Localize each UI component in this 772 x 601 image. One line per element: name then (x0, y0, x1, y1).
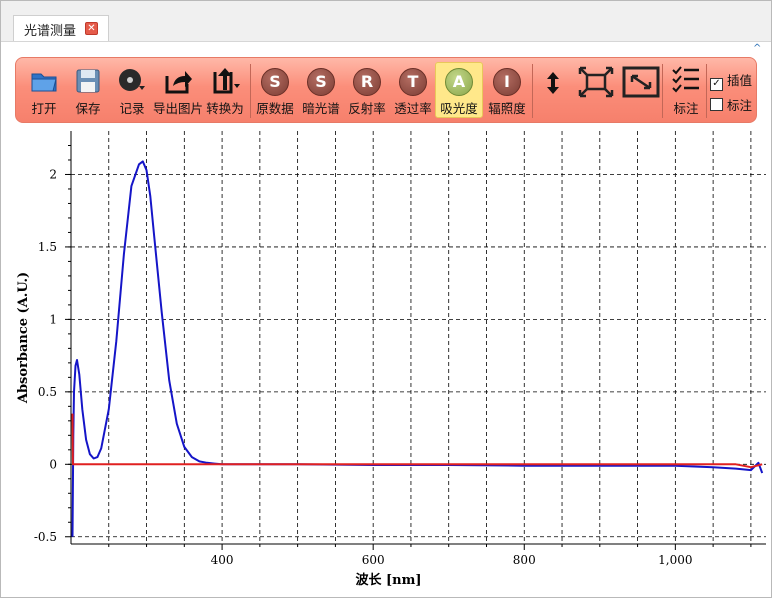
raw-data-button[interactable]: S 原数据 (252, 58, 298, 122)
irradiance-label: 辐照度 (488, 101, 526, 116)
chart-panel[interactable]: 400 600 800 1,000 -0.5 0 0.5 1 1.5 2 波长 [nm] Absorb… (1, 123, 771, 597)
export-image-button[interactable]: 导出图片 (152, 58, 204, 122)
tab-label: 光谱测量 (24, 24, 77, 39)
absorbance-chart[interactable]: 400 600 800 1,000 -0.5 0 0.5 1 1.5 2 波长 [nm] Absorb… (1, 123, 771, 597)
y-axis-label: Absorbance (A.U.) (16, 272, 31, 404)
tab-spectrum[interactable]: 光谱测量 ✕ (13, 15, 109, 41)
open-label: 打开 (31, 101, 57, 116)
record-disc-icon (119, 69, 145, 91)
record-label: 记录 (119, 101, 145, 116)
save-button[interactable]: 保存 (68, 58, 108, 122)
absorb-a-icon: A (445, 68, 473, 96)
irradiance-button[interactable]: I 辐照度 (484, 58, 530, 122)
app-window: 光谱测量 ✕ ^ 打开 保存 记录 导出图片 转换为 S 原数据 S 暗光谱 R… (0, 0, 772, 598)
transmittance-button[interactable]: T 透过率 (390, 58, 436, 122)
label-checkbox[interactable]: 标注 (710, 95, 752, 114)
reflectance-button[interactable]: R 反射率 (344, 58, 390, 122)
checkbox-checked-icon: ✓ (710, 78, 723, 91)
interpolate-label: 插值 (727, 73, 753, 88)
reflect-r-icon: R (353, 68, 381, 96)
zoom-box-icon[interactable] (622, 66, 660, 98)
transmit-label: 透过率 (394, 101, 432, 116)
checkbox-unchecked-icon (710, 98, 723, 111)
dark-s-icon: S (307, 68, 335, 96)
separator (250, 64, 251, 118)
x-tick-label: 800 (513, 553, 536, 567)
x-tick-label: 1,000 (658, 553, 692, 567)
open-button[interactable]: 打开 (22, 58, 66, 122)
label-checkbox-label: 标注 (727, 98, 753, 113)
x-tick-label: 400 (211, 553, 234, 567)
y-tick-label: 0 (49, 457, 57, 471)
fit-view-icon[interactable] (578, 66, 614, 98)
floppy-disk-icon (76, 69, 100, 93)
annotate-button[interactable]: 标注 (666, 58, 706, 122)
x-tick-label: 600 (362, 553, 385, 567)
ribbon-toolbar: 打开 保存 记录 导出图片 转换为 S 原数据 S 暗光谱 R 反射率 T 透过… (15, 57, 757, 123)
y-tick-label: 1 (49, 312, 57, 326)
dark-spectrum-button[interactable]: S 暗光谱 (298, 58, 344, 122)
reflect-label: 反射率 (348, 101, 386, 116)
export-label: 导出图片 (152, 101, 203, 116)
record-button[interactable]: 记录 (112, 58, 152, 122)
y-tick-label: 2 (49, 167, 57, 181)
absorbance-series-line (71, 160, 764, 537)
separator (706, 64, 707, 118)
raw-label: 原数据 (256, 101, 294, 116)
absorb-label: 吸光度 (440, 101, 478, 116)
annotate-label: 标注 (673, 101, 699, 116)
collapse-ribbon-icon[interactable]: ^ (753, 43, 761, 54)
dark-label: 暗光谱 (302, 101, 340, 116)
vertical-scale-icon[interactable] (542, 70, 564, 96)
y-tick-label: -0.5 (34, 530, 57, 544)
irradiance-i-icon: I (493, 68, 521, 96)
absorbance-button[interactable]: A 吸光度 (436, 58, 482, 122)
raw-s-icon: S (261, 68, 289, 96)
upload-arrow-icon (213, 68, 240, 94)
transmit-t-icon: T (399, 68, 427, 96)
y-tick-label: 0.5 (38, 385, 57, 399)
y-tick-label: 1.5 (38, 240, 57, 254)
separator (662, 64, 663, 118)
export-arrow-icon (165, 71, 192, 94)
close-icon[interactable]: ✕ (85, 22, 98, 35)
x-axis-label: 波长 [nm] (355, 572, 421, 588)
interpolate-checkbox[interactable]: ✓ 插值 (710, 70, 752, 91)
convert-button[interactable]: 转换为 (202, 58, 248, 122)
save-label: 保存 (75, 101, 101, 116)
checklist-icon (672, 66, 699, 93)
tab-bar: 光谱测量 ✕ (1, 1, 771, 42)
convert-label: 转换为 (206, 101, 244, 116)
folder-icon (31, 73, 57, 92)
separator (532, 64, 533, 118)
